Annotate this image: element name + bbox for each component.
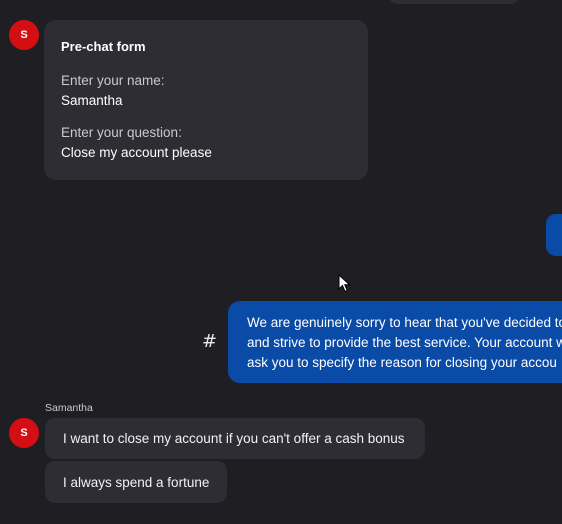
prechat-form-title: Pre-chat form	[61, 39, 146, 54]
customer-message-text: I want to close my account if you can't …	[63, 431, 405, 446]
agent-reply-bubble: We are genuinely sorry to hear that you'…	[228, 301, 562, 383]
avatar: S	[9, 20, 39, 50]
question-label: Enter your question:	[61, 125, 182, 140]
customer-message-bubble: I want to close my account if you can't …	[45, 418, 425, 459]
previous-message-bubble	[388, 0, 520, 4]
avatar-initial: S	[20, 427, 28, 439]
avatar-initial: S	[20, 29, 28, 41]
hash-icon[interactable]: #	[202, 331, 217, 352]
customer-message-text: I always spend a fortune	[63, 475, 210, 490]
name-label: Enter your name:	[61, 73, 165, 88]
question-value: Close my account please	[61, 145, 212, 160]
chat-transcript: S Pre-chat form Enter your name: Samanth…	[0, 0, 562, 524]
outgoing-message-bubble	[546, 214, 562, 256]
avatar: S	[9, 418, 39, 448]
agent-reply-line: and strive to provide the best service. …	[247, 335, 562, 350]
sender-name: Samantha	[45, 402, 93, 414]
agent-reply-line: We are genuinely sorry to hear that you'…	[247, 315, 562, 330]
customer-message-bubble: I always spend a fortune	[45, 461, 227, 503]
name-value: Samantha	[61, 93, 123, 108]
agent-reply-line: ask you to specify the reason for closin…	[247, 355, 557, 370]
mouse-cursor-icon	[338, 274, 351, 293]
prechat-form-bubble: Pre-chat form Enter your name: Samantha …	[44, 20, 368, 180]
